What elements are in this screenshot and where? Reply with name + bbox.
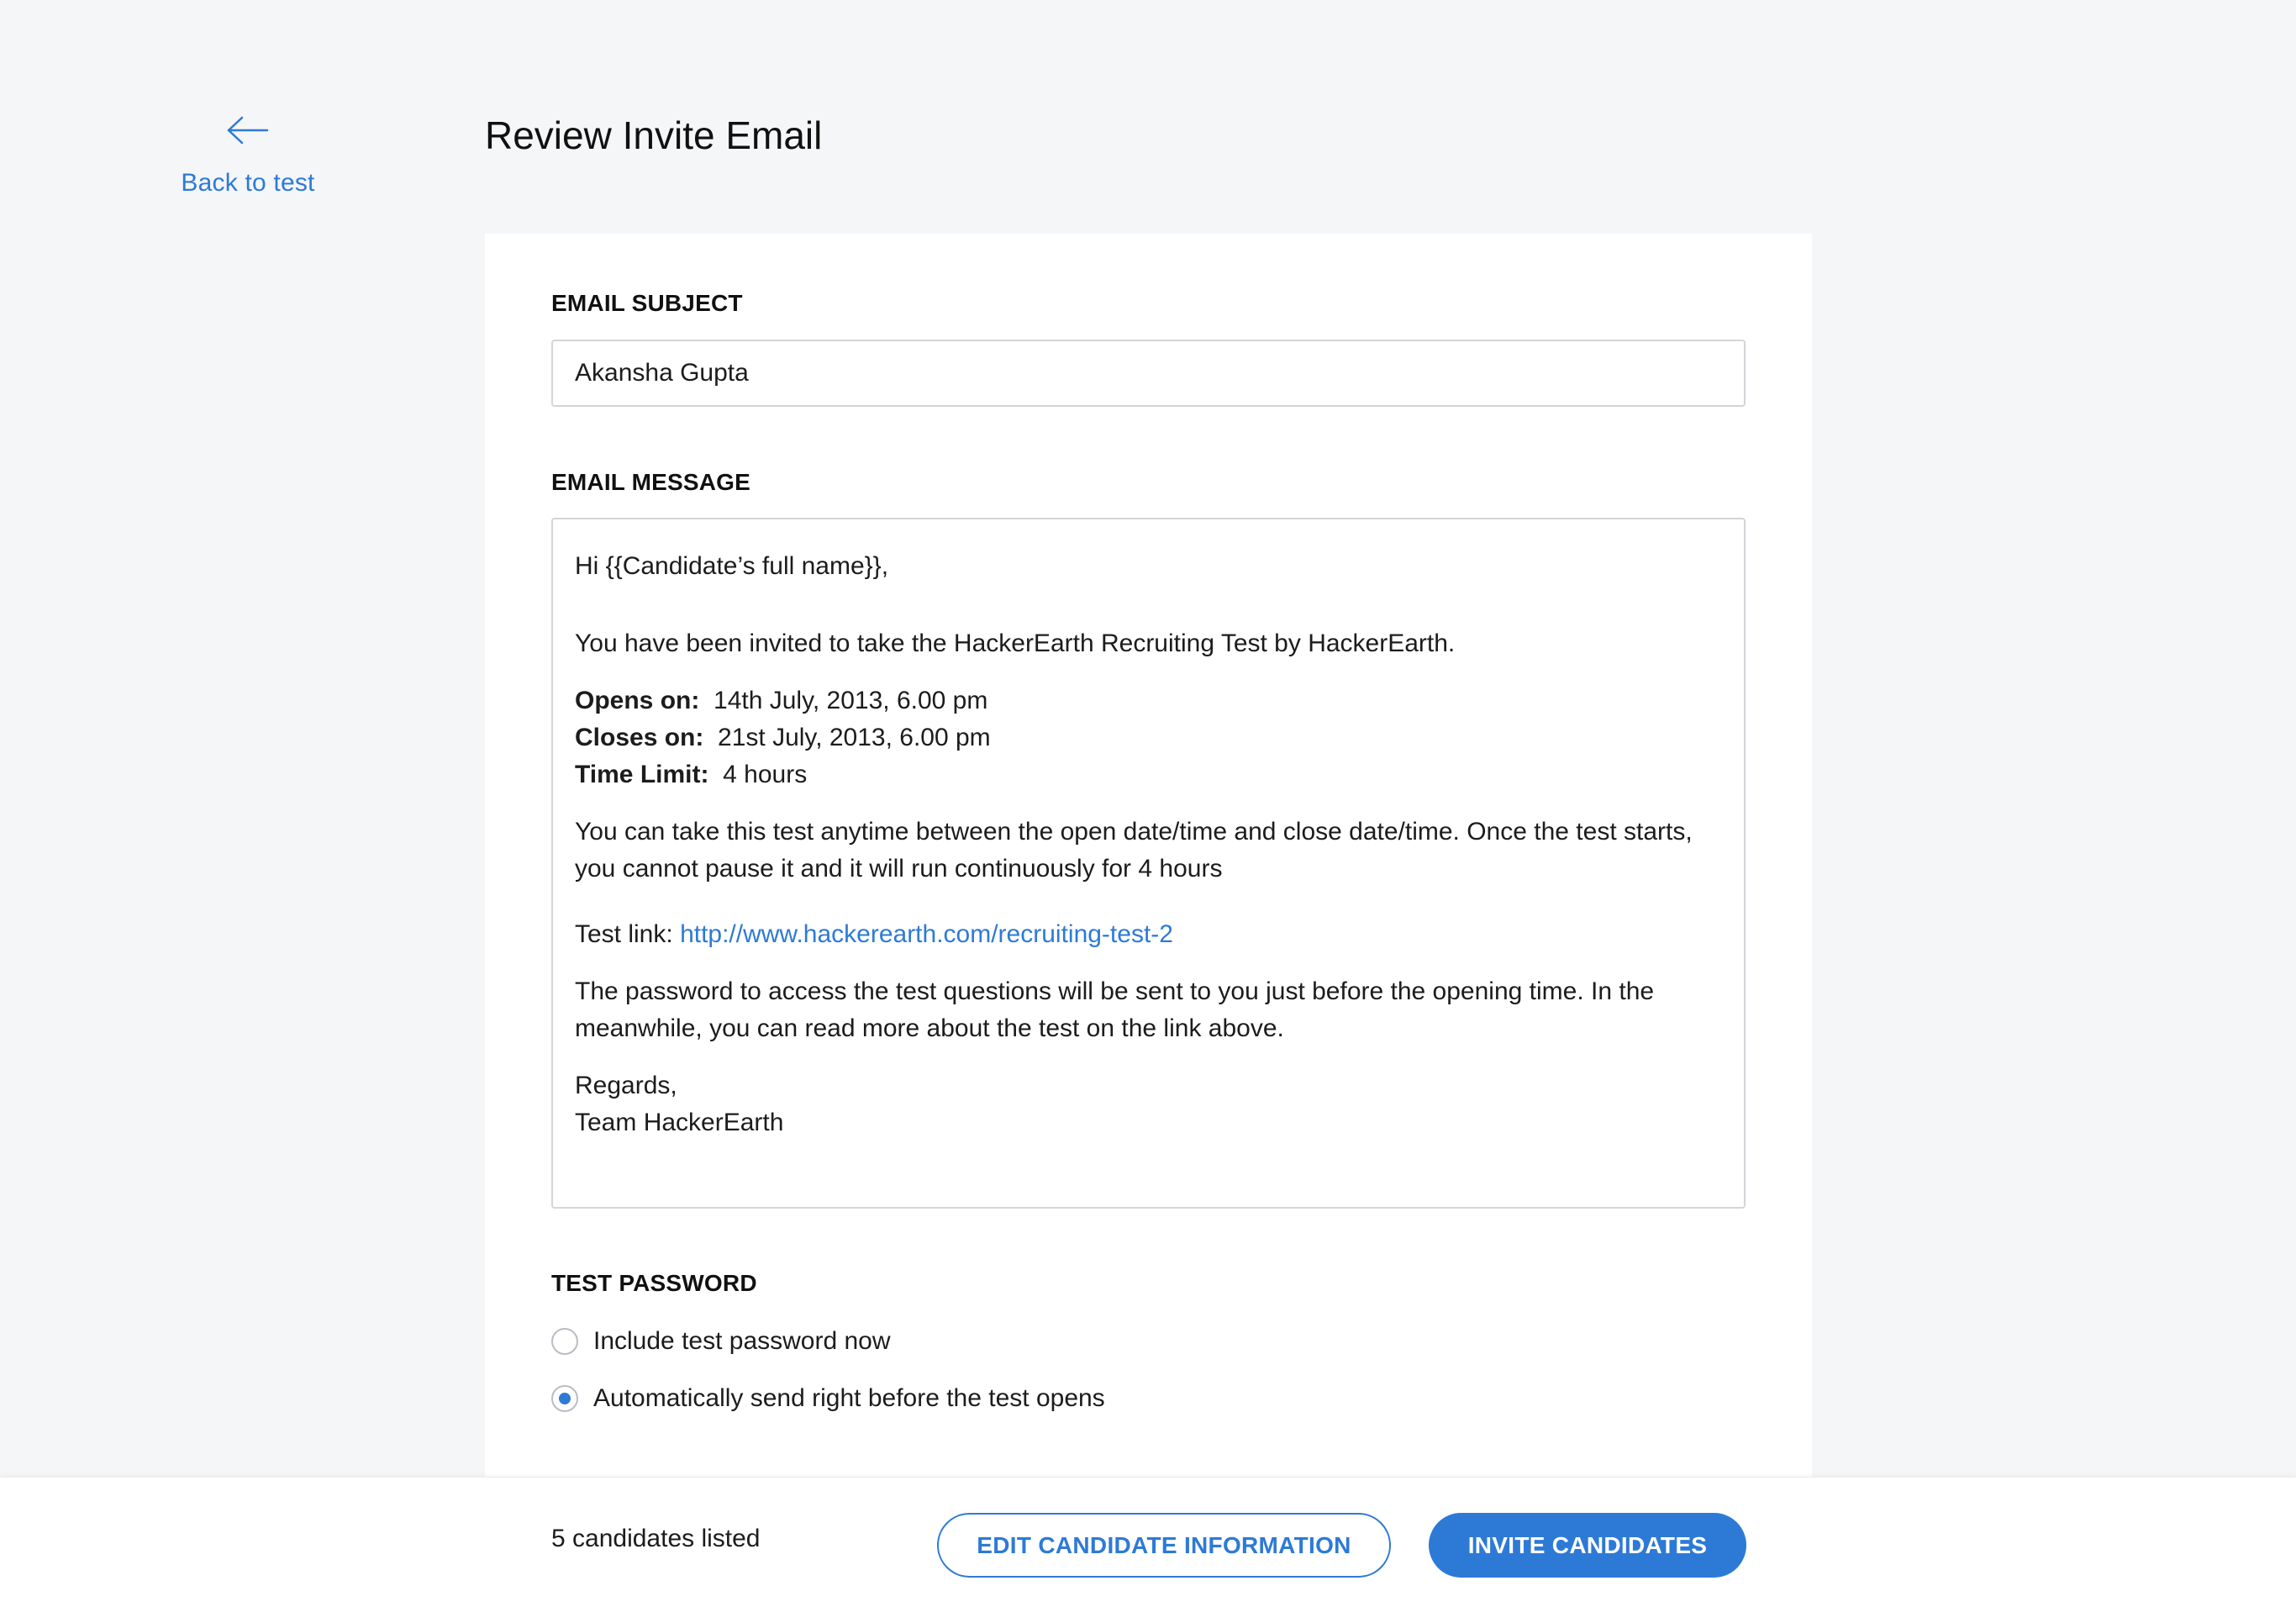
radio-selected[interactable] (551, 1385, 578, 1412)
message-test-link-row: Test link: http://www.hackerearth.com/re… (575, 916, 1722, 953)
email-subject-input[interactable] (551, 340, 1746, 407)
opens-value: 14th July, 2013, 6.00 pm (714, 687, 988, 714)
message-body-2: The password to access the test question… (575, 977, 1655, 1042)
message-signature: Team HackerEarth (575, 1109, 784, 1136)
footer-bar: 5 candidates listed EDIT CANDIDATE INFOR… (0, 1477, 2296, 1607)
message-body-1: You can take this test anytime between t… (575, 818, 1693, 883)
review-invite-email-page: Back to test Review Invite Email EMAIL S… (0, 0, 2296, 1607)
closes-value: 21st July, 2013, 6.00 pm (718, 724, 991, 751)
page-title: Review Invite Email (485, 113, 823, 157)
email-subject-label: EMAIL SUBJECT (551, 290, 743, 316)
limit-value: 4 hours (723, 761, 808, 788)
message-opens-row: Opens on: 14th July, 2013, 6.00 pm (575, 682, 1722, 719)
auto-send-password-option[interactable]: Automatically send right before the test… (551, 1382, 1105, 1415)
limit-label: Time Limit: (575, 761, 709, 788)
radio-dot-icon (559, 1393, 571, 1404)
back-to-test-link[interactable]: Back to test (151, 113, 345, 198)
back-to-test-label: Back to test (181, 169, 315, 197)
include-password-label: Include test password now (593, 1327, 891, 1355)
arrow-left-icon (227, 116, 269, 145)
invite-candidates-button[interactable]: INVITE CANDIDATES (1429, 1513, 1746, 1578)
edit-candidate-information-button[interactable]: EDIT CANDIDATE INFORMATION (937, 1513, 1391, 1578)
test-password-label: TEST PASSWORD (551, 1270, 757, 1296)
email-message-field[interactable]: Hi {{Candidate’s full name}}, You have b… (551, 518, 1746, 1209)
message-closes-row: Closes on: 21st July, 2013, 6.00 pm (575, 719, 1722, 756)
opens-label: Opens on: (575, 687, 700, 714)
include-password-option[interactable]: Include test password now (551, 1325, 891, 1358)
test-link[interactable]: http://www.hackerearth.com/recruiting-te… (680, 920, 1173, 948)
candidate-count: 5 candidates listed (551, 1525, 761, 1552)
auto-send-password-label: Automatically send right before the test… (593, 1384, 1105, 1412)
message-greeting: Hi {{Candidate’s full name}}, (575, 552, 889, 580)
radio-unselected[interactable] (551, 1328, 578, 1355)
test-link-prefix: Test link: (575, 920, 673, 948)
message-intro: You have been invited to take the Hacker… (575, 630, 1456, 657)
invite-email-card: EMAIL SUBJECT EMAIL MESSAGE Hi {{Candida… (485, 234, 1812, 1494)
message-limit-row: Time Limit: 4 hours (575, 756, 1722, 793)
message-regards: Regards, (575, 1072, 677, 1099)
email-message-label: EMAIL MESSAGE (551, 469, 751, 495)
closes-label: Closes on: (575, 724, 704, 751)
